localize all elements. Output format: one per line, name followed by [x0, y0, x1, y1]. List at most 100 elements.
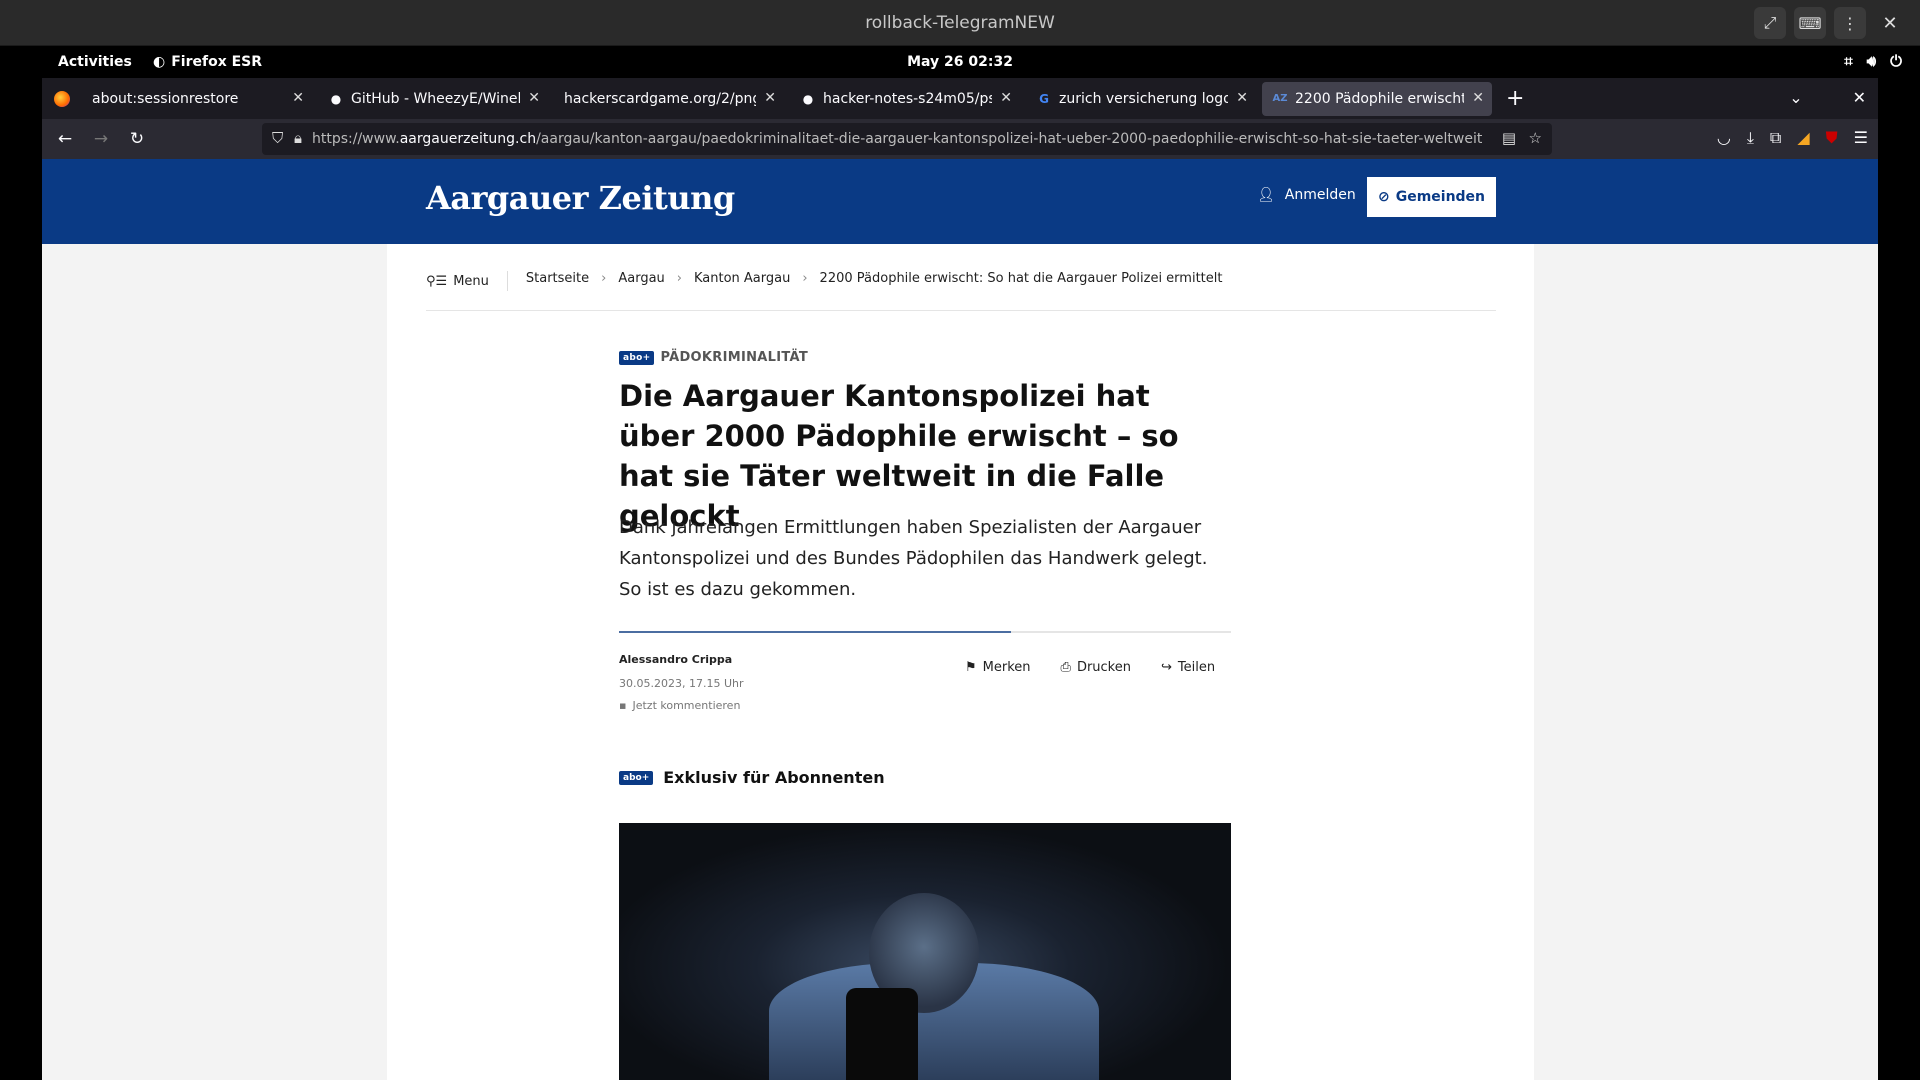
pocket-icon[interactable]: ◡	[1717, 128, 1731, 148]
tab-hackerscardgame[interactable]: hackerscardgame.org/2/png/ ✕	[554, 82, 784, 116]
chevron-right-icon: ›	[676, 271, 682, 286]
exclusive-banner: abo+ Exklusiv für Abonnenten	[619, 768, 885, 787]
reload-button[interactable]: ↻	[120, 122, 154, 156]
left-margin	[42, 244, 387, 1080]
reader-view-icon[interactable]: ▤	[1502, 129, 1516, 147]
navigation-toolbar: ← → ↻ ⛉ 🔒︎ https://www.aargauerzeitung.c…	[42, 119, 1878, 159]
firefox-icon	[54, 90, 70, 107]
close-tab-icon[interactable]: ✕	[1000, 90, 1012, 106]
reading-progress-fill	[619, 631, 1011, 633]
article-lead: Dank jahrelangen Ermittlungen haben Spez…	[619, 517, 1208, 600]
shield-icon[interactable]: ⛉	[272, 129, 283, 147]
share-label: Teilen	[1177, 660, 1216, 675]
share-button[interactable]: ↪ Teilen	[1161, 660, 1215, 675]
breadcrumb: ⚲☰ Menu Startseite › Aargau › Kanton Aar…	[426, 271, 1496, 311]
close-tab-icon[interactable]: ✕	[1472, 90, 1484, 106]
comments-link[interactable]: ▪ Jetzt kommentieren	[619, 699, 740, 712]
bookmark-star-icon[interactable]: ☆	[1529, 129, 1542, 147]
volume-icon[interactable]: 🔊︎	[1867, 52, 1876, 70]
tab-label: hackerscardgame.org/2/png/	[564, 90, 756, 107]
system-tray[interactable]: ⌗ 🔊︎ ⏻	[1844, 52, 1902, 70]
breadcrumb-item-kanton-aargau[interactable]: Kanton Aargau	[694, 271, 790, 286]
tab-label: zurich versicherung logo	[1059, 90, 1228, 107]
compass-icon: ⊘	[1377, 189, 1390, 205]
site-logo[interactable]: Aargauer Zeitung	[426, 179, 735, 217]
keyboard-icon[interactable]: ⌨	[1794, 7, 1826, 39]
main-content: ⚲☰ Menu Startseite › Aargau › Kanton Aar…	[387, 244, 1534, 1080]
url-bar[interactable]: ⛉ 🔒︎ https://www.aargauerzeitung.ch/aarg…	[262, 123, 1552, 155]
exclusive-label: Exklusiv für Abonnenten	[663, 768, 885, 787]
menu-button[interactable]: ⚲☰ Menu	[426, 271, 508, 291]
tab-aargauer-zeitung[interactable]: AZ 2200 Pädophile erwischt ✕	[1262, 81, 1492, 116]
tab-github-wheezye[interactable]: ● GitHub - WheezyE/Winel ✕	[318, 82, 548, 116]
forward-button[interactable]: →	[84, 122, 118, 156]
right-margin	[1534, 244, 1878, 1080]
ublock-icon[interactable]: ⛊	[1826, 128, 1838, 148]
hero-image	[619, 823, 1231, 1080]
url-text[interactable]: https://www.aargauerzeitung.ch/aargau/ka…	[312, 131, 1482, 147]
kebab-menu-icon[interactable]: ⋮	[1834, 7, 1866, 39]
new-tab-button[interactable]: +	[1506, 86, 1524, 111]
tab-label: about:sessionrestore	[92, 90, 239, 107]
comment-icon: ▪	[619, 699, 627, 712]
extension-icon[interactable]: ◢	[1797, 128, 1809, 148]
print-button[interactable]: ⎙ Drucken	[1061, 660, 1131, 675]
network-icon[interactable]: ⌗	[1844, 52, 1852, 70]
list-all-tabs-icon[interactable]: ⌄	[1789, 88, 1802, 107]
breadcrumb-item-current: 2200 Pädophile erwischt: So hat die Aarg…	[819, 271, 1223, 286]
lock-icon[interactable]: 🔒︎	[294, 129, 302, 147]
close-tab-icon[interactable]: ✕	[292, 90, 304, 106]
search-menu-icon: ⚲☰	[426, 273, 448, 289]
gemeinden-button[interactable]: ⊘ Gemeinden	[1367, 177, 1496, 217]
login-label: Anmelden	[1284, 187, 1356, 203]
abo-badge: abo+	[619, 770, 654, 785]
close-tab-icon[interactable]: ✕	[1236, 90, 1248, 106]
print-label: Drucken	[1076, 660, 1131, 675]
web-page: Aargauer Zeitung 👤︎ Anmelden ⊘ Gemeinden…	[42, 159, 1878, 1080]
clock[interactable]: May 26 02:32	[0, 54, 1920, 70]
author-name[interactable]: Alessandro Crippa	[619, 653, 732, 666]
gnome-top-bar: Activities ◐ Firefox ESR May 26 02:32 ⌗ …	[0, 46, 1920, 78]
tab-zurich-search[interactable]: G zurich versicherung logo ✕	[1026, 82, 1256, 116]
downloads-icon[interactable]: ⤓	[1747, 128, 1754, 148]
close-tab-icon[interactable]: ✕	[764, 90, 776, 106]
breadcrumb-item-aargau[interactable]: Aargau	[618, 271, 664, 286]
google-icon: G	[1039, 91, 1049, 106]
url-path: /aargau/kanton-aargau/paedokriminalitaet…	[536, 131, 1482, 147]
fullscreen-icon[interactable]: ⤢	[1754, 7, 1786, 39]
github-icon: ●	[330, 91, 342, 106]
back-button[interactable]: ←	[48, 122, 82, 156]
comments-label: Jetzt kommentieren	[632, 699, 741, 712]
bookmark-icon: ⚑	[965, 660, 977, 675]
window-titlebar: rollback-TelegramNEW ⤢ ⌨ ⋮ ✕	[0, 0, 1920, 46]
close-tab-icon[interactable]: ✕	[528, 90, 540, 106]
site-header: Aargauer Zeitung 👤︎ Anmelden ⊘ Gemeinden	[42, 159, 1878, 244]
save-button[interactable]: ⚑ Merken	[965, 660, 1031, 675]
tab-label: GitHub - WheezyE/Winel	[351, 90, 520, 107]
tab-label: 2200 Pädophile erwischt	[1295, 90, 1464, 107]
tab-label: hacker-notes-s24m05/ps	[823, 90, 992, 107]
extensions-icon[interactable]: ⧉	[1770, 128, 1781, 148]
tab-sessionrestore[interactable]: about:sessionrestore ✕	[82, 82, 312, 116]
user-icon: 👤︎	[1257, 187, 1275, 203]
phone-shape	[846, 988, 918, 1080]
tab-hacker-notes[interactable]: ● hacker-notes-s24m05/ps ✕	[790, 82, 1020, 116]
url-prefix: https://www.	[312, 131, 400, 147]
chevron-right-icon: ›	[601, 271, 607, 286]
close-icon[interactable]: ✕	[1853, 88, 1866, 107]
abo-badge: abo+	[619, 350, 655, 365]
login-link[interactable]: 👤︎ Anmelden	[1257, 187, 1356, 203]
hamburger-menu-icon[interactable]: ☰	[1854, 128, 1868, 148]
firefox-view-button[interactable]	[42, 78, 82, 119]
url-domain: aargauerzeitung.ch	[399, 131, 537, 147]
close-window-button[interactable]: ✕	[1874, 7, 1906, 39]
github-icon: ●	[802, 91, 814, 106]
kicker-label: PÄDOKRIMINALITÄT	[660, 350, 809, 365]
article-actions: ⚑ Merken ⎙ Drucken ↪ Teilen	[965, 660, 1215, 675]
share-icon: ↪	[1160, 660, 1172, 675]
gemeinden-label: Gemeinden	[1395, 189, 1486, 205]
save-label: Merken	[982, 660, 1031, 675]
breadcrumb-item-startseite[interactable]: Startseite	[526, 271, 589, 286]
power-icon[interactable]: ⏻	[1890, 52, 1902, 70]
reading-progress-bar	[619, 631, 1231, 633]
